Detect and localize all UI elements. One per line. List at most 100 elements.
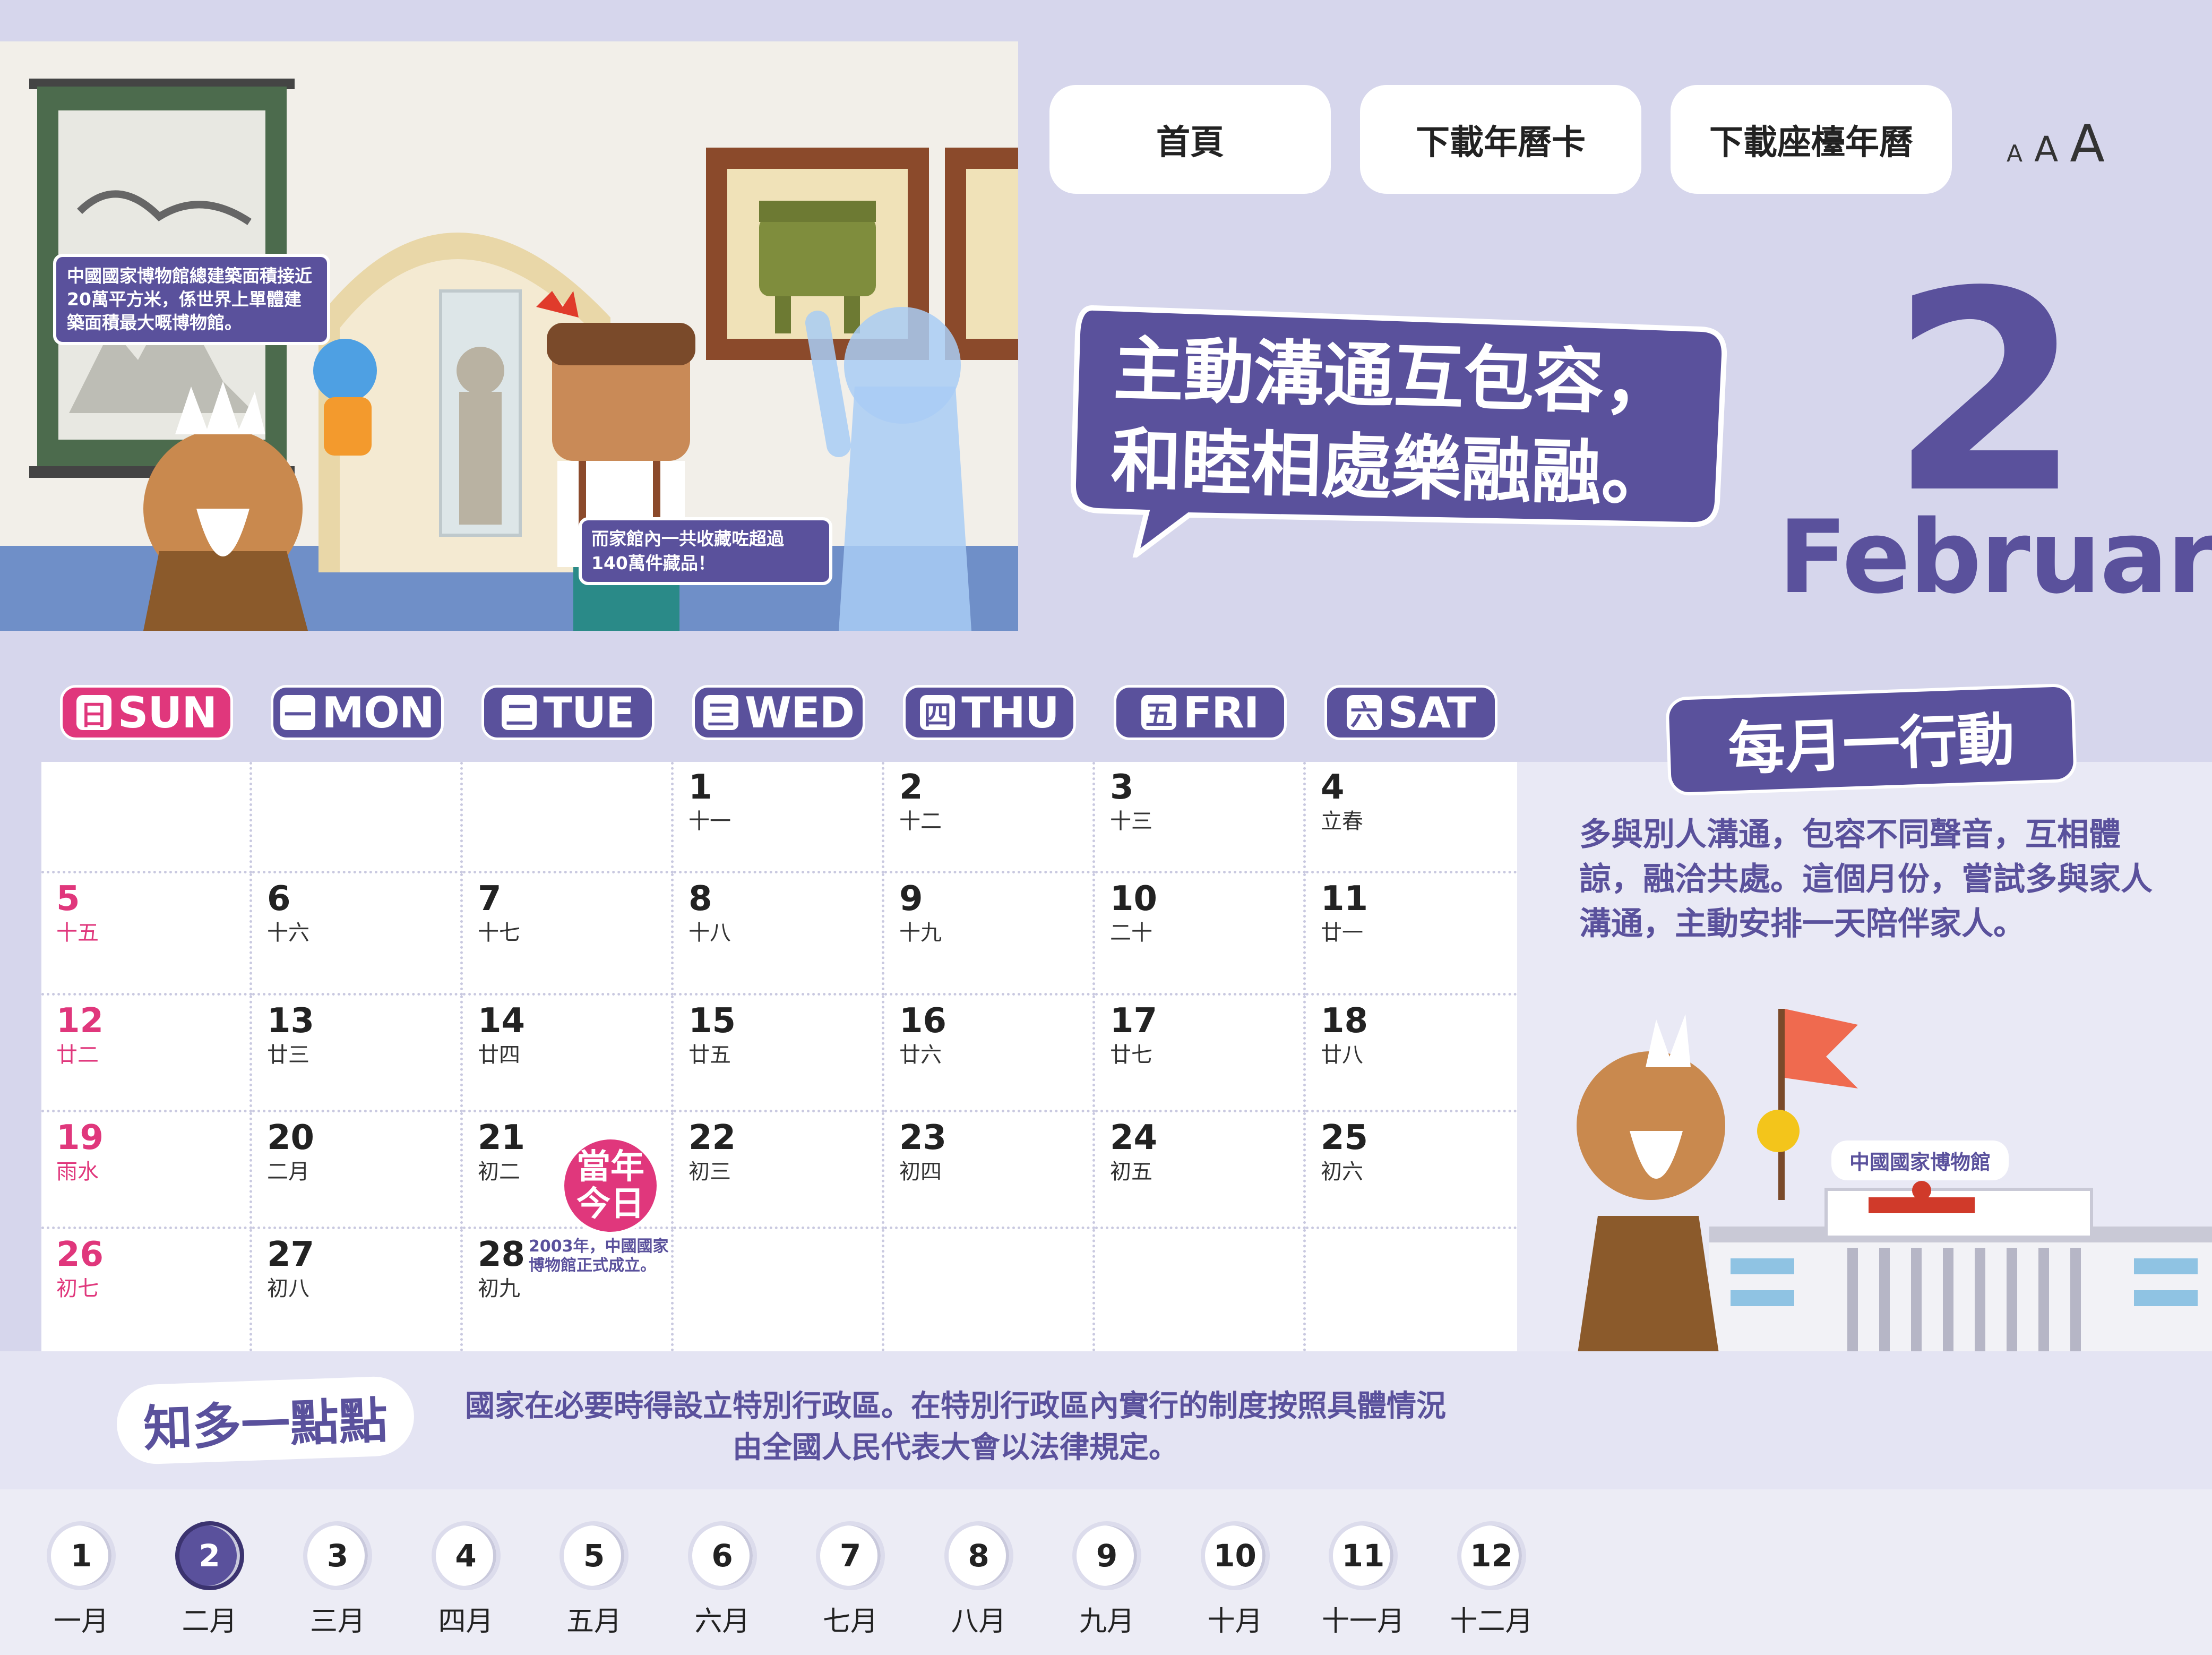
lunar-date: 初四 [899,1160,942,1184]
month-nav-item-6[interactable]: 6 六月 [677,1521,768,1639]
month-nav-number: 3 [303,1521,372,1590]
calendar-cell-empty [463,762,674,873]
calendar-cell[interactable]: 3 十三 [1095,762,1306,873]
calendar-cell[interactable]: 16 廿六 [884,996,1095,1112]
calendar-cell[interactable]: 20 二月 [252,1112,463,1229]
calendar-cell[interactable]: 22 初三 [674,1112,884,1229]
calendar-cell[interactable]: 27 初八 [252,1229,463,1351]
know-more-line-1: 國家在必要時得設立特別行政區。在特別行政區內實行的制度按照具體情況 [465,1389,1446,1424]
day-number: 22 [688,1118,736,1157]
day-number: 6 [267,879,291,919]
font-size-large-button[interactable]: A [2070,114,2105,174]
month-nav-number: 1 [47,1521,116,1590]
calendar-cell[interactable]: 17 廿七 [1095,996,1306,1112]
month-nav-number: 6 [687,1521,757,1590]
calendar-cell[interactable]: 8 十八 [674,873,884,996]
month-nav-item-1[interactable]: 1 一月 [36,1521,126,1639]
month-nav-item-11[interactable]: 11 十一月 [1318,1521,1408,1639]
on-this-day-badge: 當年 今日 [561,1136,660,1235]
weekday-en: THU [961,688,1059,738]
calendar-grid: 1 十一 2 十二 3 十三 4 立春 5 十五 6 十六 7 十七 8 十八 9 十九 10 二十… [41,762,1517,1351]
calendar-cell[interactable]: 26 初七 [41,1229,252,1351]
calendar-cell[interactable]: 19 雨水 [41,1112,252,1229]
lunar-date: 十一 [688,809,731,834]
calendar-cell[interactable]: 18 廿八 [1306,996,1517,1112]
day-number: 13 [267,1001,315,1041]
calendar-cell-empty [1306,1229,1517,1351]
font-size-controls: A A A [2007,114,2105,174]
month-nav-item-4[interactable]: 4 四月 [421,1521,511,1639]
font-size-medium-button[interactable]: A [2034,129,2058,170]
calendar-cell[interactable]: 1 十一 [674,762,884,873]
month-nav-item-9[interactable]: 9 九月 [1062,1521,1152,1639]
month-nav-number: 2 [175,1521,244,1590]
calendar-cell[interactable]: 12 廿二 [41,996,252,1112]
month-nav-label: 一月 [53,1606,109,1637]
calendar-cell[interactable]: 2 十二 [884,762,1095,873]
month-nav-number: 11 [1329,1521,1398,1590]
day-number: 27 [267,1235,315,1274]
weekday-en: FRI [1183,688,1259,738]
month-nav-item-2[interactable]: 2 二月 [165,1521,255,1639]
collection-fact-bubble: 而家館內一共收藏咗超過140萬件藏品！ [579,517,832,585]
month-nav-item-10[interactable]: 10 十月 [1190,1521,1280,1639]
calendar-cell[interactable]: 13 廿三 [252,996,463,1112]
month-nav-label: 十一月 [1321,1606,1405,1637]
calendar-cell[interactable]: 25 初六 [1306,1112,1517,1229]
calendar-cell[interactable]: 11 廿一 [1306,873,1517,996]
month-nav-label: 二月 [182,1606,237,1637]
monthly-action-text: 多與別人溝通，包容不同聲音，互相體諒，融洽共處。這個月份，嘗試多與家人溝通，主動… [1579,816,2153,942]
calendar-cell[interactable]: 7 十七 [463,873,674,996]
download-desk-calendar-button[interactable]: 下載座檯年曆 [1671,85,1952,194]
month-nav-number: 4 [431,1521,501,1590]
month-nav-item-7[interactable]: 7 七月 [805,1521,896,1639]
calendar-cell[interactable]: 23 初四 [884,1112,1095,1229]
museum-label: 中國國家博物館 [1831,1141,2009,1180]
calendar-cell[interactable]: 10 二十 [1095,873,1306,996]
weekday-zh: 四 [920,695,956,732]
lunar-date: 廿一 [1321,921,1363,945]
slogan-text: 主動溝通互包容， 和睦相處樂融融。 [1110,324,1699,522]
slogan-line-2: 和睦相處樂融融。 [1110,419,1673,517]
weekday-fri: 五 FRI [1114,685,1287,740]
month-nav-item-3[interactable]: 3 三月 [292,1521,383,1639]
font-size-small-button[interactable]: A [2007,140,2022,167]
month-nav-label: 八月 [951,1606,1006,1637]
lunar-date: 初六 [1321,1160,1363,1184]
calendar-cell[interactable]: 4 立春 [1306,762,1517,873]
lunar-date: 初八 [267,1276,309,1301]
month-nav-item-8[interactable]: 8 八月 [934,1521,1024,1639]
lunar-date: 十二 [899,809,942,834]
weekday-zh: 三 [703,695,738,732]
lunar-date: 立春 [1321,809,1363,834]
calendar-cell[interactable]: 9 十九 [884,873,1095,996]
calendar-cell[interactable]: 6 十六 [252,873,463,996]
home-button[interactable]: 首頁 [1049,85,1331,194]
on-this-day-note: 2003年，中國國家博物館正式成立。 [529,1237,669,1275]
day-number: 7 [478,879,502,919]
museum-fact-bubble: 中國國家博物館總建築面積接近20萬平方米，係世界上單體建築面積最大嘅博物館。 [53,254,330,345]
weekday-thu: 四 THU [903,685,1076,740]
day-number: 9 [899,879,923,919]
download-calendar-card-button[interactable]: 下載年曆卡 [1360,85,1641,194]
lunar-date: 廿八 [1321,1043,1363,1067]
calendar-cell[interactable]: 14 廿四 [463,996,674,1112]
slogan-line-1: 主動溝通互包容， [1112,328,1675,425]
calendar-cell-empty [884,1229,1095,1351]
weekday-mon: 一 MON [271,685,444,740]
calendar-cell[interactable]: 15 廿五 [674,996,884,1112]
lunar-date: 廿六 [899,1043,942,1067]
day-number: 19 [56,1118,104,1157]
monthly-action-title: 每月一行動 [1665,683,2078,796]
weekday-en: SAT [1388,688,1476,738]
calendar-cell[interactable]: 5 十五 [41,873,252,996]
day-number: 3 [1110,768,1134,807]
lunar-date: 初五 [1110,1160,1152,1184]
month-nav-item-12[interactable]: 12 十二月 [1447,1521,1537,1639]
lunar-date: 二十 [1110,921,1152,945]
month-nav-item-5[interactable]: 5 五月 [549,1521,639,1639]
month-nav-label: 九月 [1079,1606,1134,1637]
calendar-cell-empty [674,1229,884,1351]
day-number: 8 [688,879,712,919]
calendar-cell[interactable]: 24 初五 [1095,1112,1306,1229]
